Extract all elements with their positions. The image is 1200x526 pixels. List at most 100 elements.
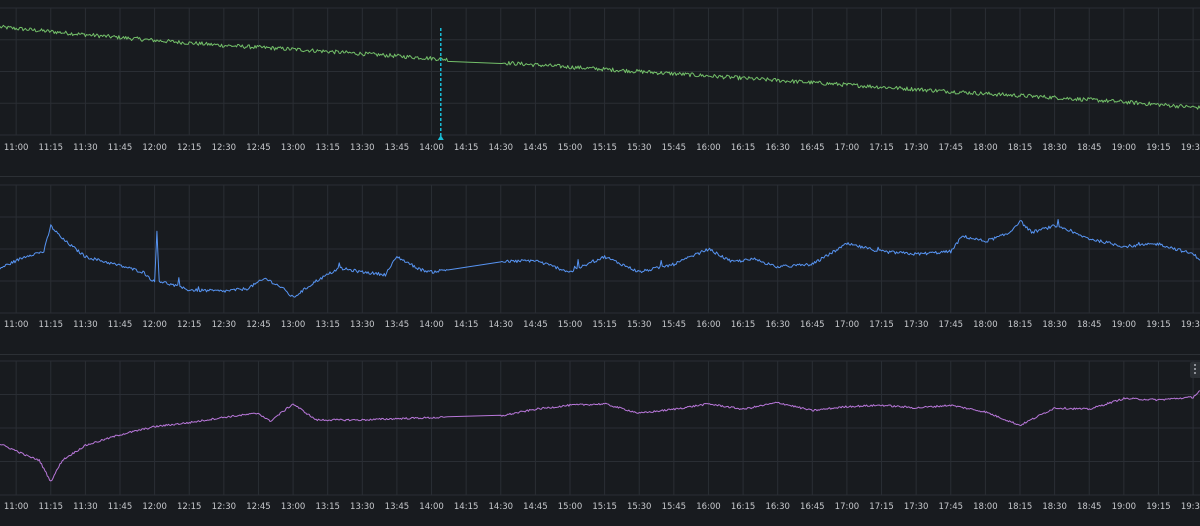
panel-time-series-green: 11:00 11:15 11:30 11:45 12:00 12:15 12:30 12:45… — [0, 0, 1200, 175]
x-tick-label: 16:45 — [800, 143, 825, 153]
x-tick-label: 19:00 — [1112, 320, 1137, 330]
x-tick-label: 12:30 — [212, 320, 237, 330]
x-tick-label: 12:30 — [212, 502, 237, 512]
dashboard: 11:00 11:15 11:30 11:45 12:00 12:15 12:30 12:45… — [0, 0, 1200, 526]
x-tick-label: 11:45 — [108, 502, 133, 512]
x-tick-label: 14:30 — [489, 320, 514, 330]
x-tick-label: 13:45 — [385, 320, 410, 330]
x-tick-label: 12:00 — [142, 320, 167, 330]
x-tick-label: 16:00 — [696, 502, 721, 512]
x-tick-label: 18:30 — [1042, 320, 1067, 330]
x-tick-label: 18:15 — [1008, 143, 1033, 153]
x-tick-label: 13:30 — [350, 143, 375, 153]
x-tick-label: 14:15 — [454, 502, 479, 512]
x-tick-label: 18:45 — [1077, 143, 1102, 153]
x-tick-label: 15:15 — [592, 320, 617, 330]
x-tick-label: 15:30 — [627, 143, 652, 153]
x-tick-label: 15:15 — [592, 502, 617, 512]
x-tick-label: 16:15 — [731, 502, 756, 512]
x-tick-label: 14:15 — [454, 320, 479, 330]
x-tick-label: 16:30 — [765, 502, 790, 512]
x-tick-label: 14:30 — [489, 143, 514, 153]
x-tick-label: 19:15 — [1146, 320, 1171, 330]
x-tick-label: 15:00 — [558, 502, 583, 512]
x-tick-label: 18:00 — [973, 502, 998, 512]
x-tick-label: 11:00 — [4, 143, 29, 153]
x-tick-label: 19:30 — [1181, 143, 1200, 153]
cursor-marker — [437, 135, 444, 140]
x-tick-label: 15:00 — [558, 320, 583, 330]
chart-svg-purple: 11:00 11:15 11:30 11:45 12:00 12:15 12:30 12:45… — [0, 360, 1200, 512]
x-tick-label: 16:00 — [696, 143, 721, 153]
x-tick-label: 12:15 — [177, 320, 202, 330]
x-tick-label: 11:00 — [4, 320, 29, 330]
x-tick-label: 11:45 — [108, 320, 133, 330]
x-tick-label: 19:15 — [1146, 502, 1171, 512]
x-tick-label: 12:45 — [246, 320, 271, 330]
x-tick-label: 18:45 — [1077, 320, 1102, 330]
x-tick-label: 14:00 — [419, 502, 444, 512]
x-tick-label: 12:15 — [177, 502, 202, 512]
x-tick-label: 19:00 — [1112, 502, 1137, 512]
x-tick-label: 18:30 — [1042, 143, 1067, 153]
x-tick-label: 19:15 — [1146, 143, 1171, 153]
x-tick-label: 19:00 — [1112, 143, 1137, 153]
x-tick-label: 14:45 — [523, 502, 548, 512]
panel-time-series-purple: 11:00 11:15 11:30 11:45 12:00 12:15 12:30 12:45… — [0, 355, 1200, 526]
x-tick-label: 13:00 — [281, 502, 306, 512]
x-tick-label: 13:45 — [385, 502, 410, 512]
x-tick-label: 18:15 — [1008, 502, 1033, 512]
x-tick-label: 14:30 — [489, 502, 514, 512]
x-tick-label: 14:45 — [523, 320, 548, 330]
x-tick-label: 11:15 — [39, 502, 64, 512]
x-tick-label: 17:45 — [939, 320, 964, 330]
x-tick-label: 16:45 — [800, 320, 825, 330]
x-tick-label: 11:15 — [39, 143, 64, 153]
x-tick-label: 12:45 — [246, 502, 271, 512]
x-tick-label: 13:15 — [315, 320, 340, 330]
x-tick-label: 13:15 — [315, 502, 340, 512]
x-tick-label: 13:15 — [315, 143, 340, 153]
x-tick-label: 13:30 — [350, 320, 375, 330]
x-tick-label: 15:30 — [627, 502, 652, 512]
x-tick-label: 16:30 — [765, 143, 790, 153]
x-tick-label: 11:30 — [73, 502, 98, 512]
x-tick-label: 12:45 — [246, 143, 271, 153]
x-tick-label: 15:45 — [662, 320, 687, 330]
x-tick-label: 17:45 — [939, 502, 964, 512]
chart-svg-green: 11:00 11:15 11:30 11:45 12:00 12:15 12:30 12:45… — [0, 7, 1200, 153]
x-tick-label: 19:30 — [1181, 502, 1200, 512]
x-tick-label: 17:15 — [869, 502, 894, 512]
x-tick-label: 14:45 — [523, 143, 548, 153]
x-tick-label: 11:15 — [39, 320, 64, 330]
x-tick-label: 14:15 — [454, 143, 479, 153]
x-tick-label: 17:15 — [869, 143, 894, 153]
x-tick-label: 17:00 — [835, 143, 860, 153]
x-tick-label: 16:15 — [731, 143, 756, 153]
x-tick-label: 13:30 — [350, 502, 375, 512]
x-tick-label: 15:30 — [627, 320, 652, 330]
x-tick-label: 15:45 — [662, 143, 687, 153]
x-tick-label: 11:45 — [108, 143, 133, 153]
x-tick-label: 18:00 — [973, 320, 998, 330]
x-tick-label: 16:00 — [696, 320, 721, 330]
x-tick-label: 16:15 — [731, 320, 756, 330]
x-tick-label: 17:15 — [869, 320, 894, 330]
x-tick-label: 15:45 — [662, 502, 687, 512]
x-tick-label: 12:30 — [212, 143, 237, 153]
x-tick-label: 13:45 — [385, 143, 410, 153]
x-tick-label: 12:15 — [177, 143, 202, 153]
chart-svg-blue: 11:00 11:15 11:30 11:45 12:00 12:15 12:30 12:45… — [0, 184, 1200, 330]
panel-time-series-blue: 11:00 11:15 11:30 11:45 12:00 12:15 12:30 12:45… — [0, 177, 1200, 353]
x-tick-label: 18:45 — [1077, 502, 1102, 512]
x-tick-label: 16:45 — [800, 502, 825, 512]
x-tick-label: 17:00 — [835, 502, 860, 512]
x-tick-label: 17:30 — [904, 320, 929, 330]
ellipsis-icon[interactable] — [1190, 362, 1200, 378]
x-tick-label: 18:15 — [1008, 320, 1033, 330]
x-tick-label: 15:15 — [592, 143, 617, 153]
x-tick-label: 18:30 — [1042, 502, 1067, 512]
x-tick-label: 17:30 — [904, 502, 929, 512]
x-tick-label: 18:00 — [973, 143, 998, 153]
x-tick-label: 14:00 — [419, 320, 444, 330]
